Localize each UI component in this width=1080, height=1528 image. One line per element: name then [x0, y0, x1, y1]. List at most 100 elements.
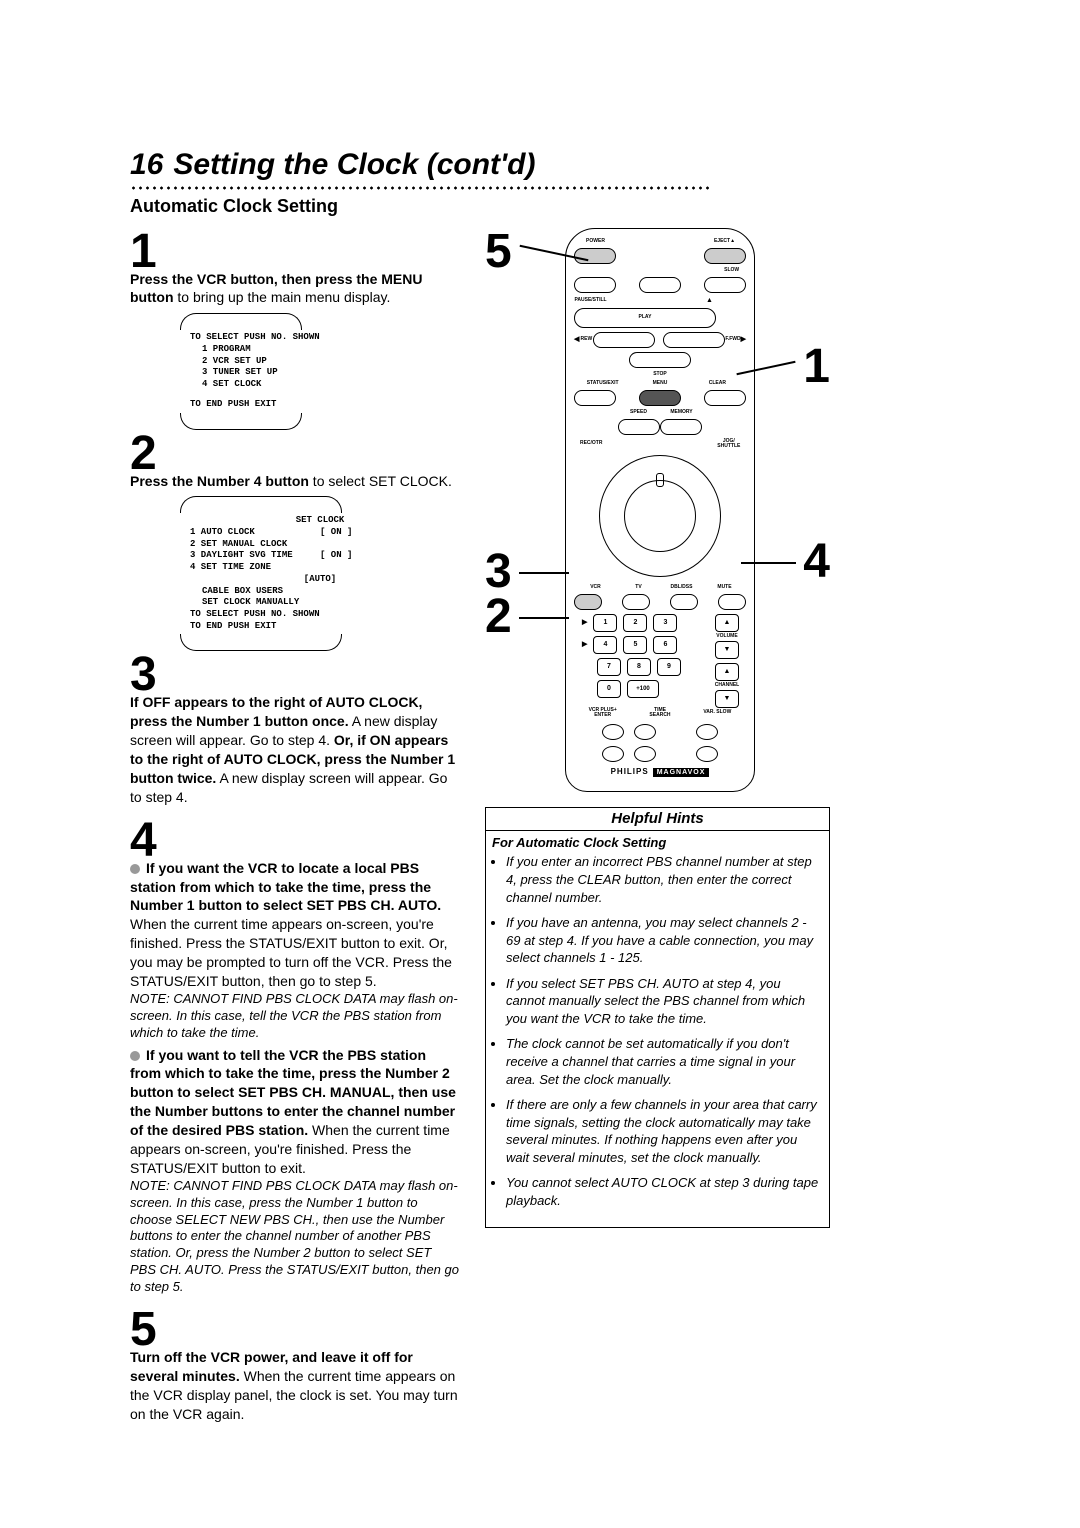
power-label: POWER	[574, 239, 617, 244]
osd-main-menu: TO SELECT PUSH NO. SHOWN 1 PROGRAM 2 VCR…	[180, 313, 460, 429]
vcr-label: VCR	[574, 585, 617, 590]
rew-label: REW	[579, 337, 593, 342]
play-triangle-icon: ▶	[582, 641, 587, 648]
jog-dial	[599, 455, 721, 577]
num-5-button: 5	[623, 636, 647, 654]
bullet-icon	[130, 864, 140, 874]
callout-3: 3	[485, 548, 512, 596]
num-1-button: 1	[593, 614, 617, 632]
stop-button	[629, 352, 691, 368]
play-triangle-icon: ▶	[582, 619, 587, 626]
osd1-l6: TO END PUSH EXIT	[190, 399, 450, 411]
dotted-rule	[130, 186, 710, 190]
vcr-button	[574, 594, 602, 610]
unlabeled-button	[639, 277, 681, 293]
var-down-button	[696, 746, 718, 762]
number-pad: ▶123 ▶456 789 0+100	[582, 614, 702, 708]
step-3-number: 3	[130, 651, 157, 699]
volume-up-button: ▲	[715, 614, 739, 632]
instructions-column: 1 Press the VCR button, then press the M…	[130, 228, 460, 1424]
slow-label: SLOW	[717, 268, 746, 273]
step-4-text: If you want the VCR to locate a local PB…	[130, 859, 460, 1296]
var-up-button	[696, 724, 718, 740]
round-button	[602, 746, 624, 762]
step-4b-note: NOTE: CANNOT FIND PBS CLOCK DATA may fla…	[130, 1178, 460, 1296]
osd2-l4b: [AUTO]	[190, 574, 450, 586]
hint-item: If you enter an incorrect PBS channel nu…	[506, 853, 823, 906]
pause-label: PAUSE/STILL	[574, 298, 607, 303]
num-0-button: 0	[597, 680, 621, 698]
tv-button	[622, 594, 650, 610]
osd2-l3: 3 DAYLIGHT SVG TIME	[190, 550, 320, 562]
var-label: VAR. SLOW	[689, 710, 746, 715]
page-header: 16 Setting the Clock (cont'd)	[130, 150, 710, 180]
speed-button	[618, 419, 660, 435]
memory-button	[660, 419, 702, 435]
status-button	[574, 390, 616, 406]
step-5-number: 5	[130, 1306, 157, 1354]
osd2-l2: 2 SET MANUAL CLOCK	[190, 539, 450, 551]
osd2-l1b: [ ON ]	[320, 527, 352, 539]
num-3-button: 3	[653, 614, 677, 632]
slow-button	[704, 277, 746, 293]
dbl-button	[670, 594, 698, 610]
helpful-hints-box: Helpful Hints For Automatic Clock Settin…	[485, 807, 830, 1229]
step-1-rest: to bring up the main menu display.	[174, 289, 391, 305]
osd2-l8: TO END PUSH EXIT	[190, 621, 450, 633]
hint-item: The clock cannot be set automatically if…	[506, 1035, 823, 1088]
status-label: STATUS/EXIT	[574, 381, 631, 386]
play-button: PLAY	[574, 308, 716, 328]
volume-down-button: ▼	[715, 641, 739, 659]
time-label: TIME SEARCH	[631, 708, 688, 718]
callout-4: 4	[803, 538, 830, 586]
step-2-number: 2	[130, 430, 157, 478]
osd1-l2: 1 PROGRAM	[202, 344, 450, 356]
step-3-text: If OFF appears to the right of AUTO CLOC…	[130, 693, 460, 806]
page-number: 16	[130, 150, 163, 180]
stop-label: STOP	[631, 372, 688, 377]
mute-button	[718, 594, 746, 610]
osd1-l5: 4 SET CLOCK	[202, 379, 450, 391]
callout-2: 2	[485, 593, 512, 641]
section-subtitle: Automatic Clock Setting	[130, 196, 710, 218]
osd1-l1: TO SELECT PUSH NO. SHOWN	[190, 332, 450, 344]
osd2-l3b: [ ON ]	[320, 550, 352, 562]
step-1-text: Press the VCR button, then press the MEN…	[130, 270, 460, 308]
osd2-l6: SET CLOCK MANUALLY	[190, 597, 450, 609]
clear-label: CLEAR	[689, 381, 746, 386]
right-triangle-icon: ▶	[741, 336, 746, 343]
step-1-number: 1	[130, 228, 157, 276]
page-title: Setting the Clock (cont'd)	[173, 150, 535, 180]
power-button	[574, 248, 616, 264]
osd1-l4: 3 TUNER SET UP	[202, 367, 450, 379]
vcrplus-label: VCR PLUS+ ENTER	[574, 708, 631, 718]
time-button	[634, 724, 656, 740]
volume-label: VOLUME	[716, 634, 737, 639]
osd2-l4: 4 SET TIME ZONE	[190, 562, 450, 574]
clear-button	[704, 390, 746, 406]
num-4-button: 4	[593, 636, 617, 654]
unlabeled-button	[574, 277, 616, 293]
vcrplus-button	[602, 724, 624, 740]
hint-item: If you select SET PBS CH. AUTO at step 4…	[506, 975, 823, 1028]
osd-set-clock: SET CLOCK 1 AUTO CLOCK[ ON ] 2 SET MANUA…	[180, 496, 460, 651]
osd2-l5: CABLE BOX USERS	[190, 586, 450, 598]
dbl-label: DBL/DSS	[660, 585, 703, 590]
step-2-rest: to select SET CLOCK.	[309, 473, 452, 489]
hint-item: If there are only a few channels in your…	[506, 1096, 823, 1166]
bullet-icon	[130, 1051, 140, 1061]
hint-item: You cannot select AUTO CLOCK at step 3 d…	[506, 1174, 823, 1209]
remote-control: POWEREJECT▲ SLOW PAUSE/STILL▲ PLAY ◀REWF…	[565, 228, 755, 792]
osd2-title: SET CLOCK	[190, 515, 450, 527]
num-7-button: 7	[597, 658, 621, 676]
brand-label: PHILIPSMAGNAVOX	[574, 768, 746, 777]
tv-label: TV	[617, 585, 660, 590]
hint-item: If you have an antenna, you may select c…	[506, 914, 823, 967]
ffwd-label: F.FWD	[725, 337, 740, 342]
rec-label: REC/OTR	[574, 441, 608, 446]
eject-label: EJECT▲	[703, 239, 746, 244]
channel-control: ▲ CHANNEL ▼	[712, 663, 742, 708]
callout-5: 5	[485, 228, 512, 276]
callout-1: 1	[803, 343, 830, 391]
eject-button	[704, 248, 746, 264]
